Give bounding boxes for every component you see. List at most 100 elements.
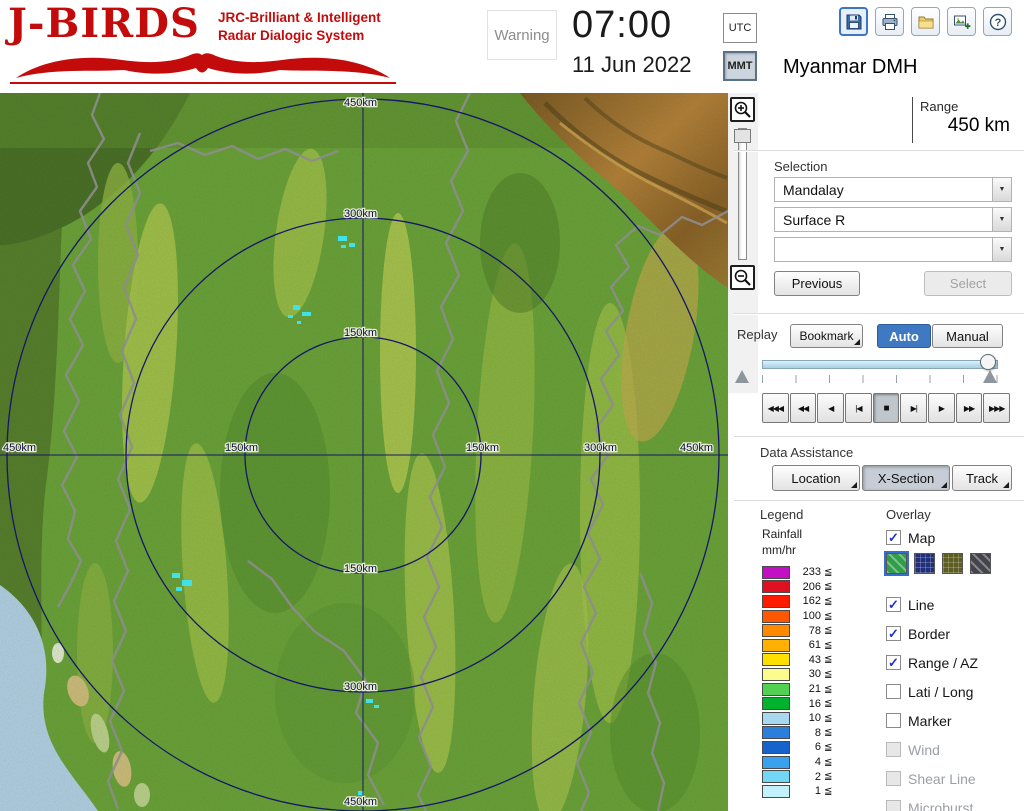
legend-color-swatch (762, 683, 790, 696)
legend-color-swatch (762, 639, 790, 652)
auto-button[interactable]: Auto (877, 324, 931, 348)
legend-row: 10≦ (762, 711, 832, 726)
toolbar: ? (839, 7, 1012, 36)
zoom-out-button[interactable] (730, 265, 755, 290)
logo-tagline-1: JRC-Brilliant & Intelligent (218, 9, 381, 27)
fast-rewind-button[interactable]: ◀◀ (790, 393, 817, 423)
overlay-label-microburst: Microburst (908, 800, 973, 811)
separator (734, 150, 1024, 152)
legend-lte-symbol: ≦ (824, 757, 832, 768)
legend-row: 162≦ (762, 594, 832, 609)
legend-color-swatch (762, 668, 790, 681)
legend-row: 100≦ (762, 609, 832, 624)
help-icon: ? (989, 13, 1007, 31)
timeline-thumb[interactable] (980, 354, 996, 370)
utc-button[interactable]: UTC (723, 13, 757, 43)
legend-color-swatch (762, 741, 790, 754)
overlay-row-map[interactable]: ✓ Map (886, 523, 935, 552)
previous-button[interactable]: Previous (774, 271, 860, 296)
select-button[interactable]: Select (924, 271, 1012, 296)
track-button[interactable]: Track (952, 465, 1012, 491)
legend-lte-symbol: ≦ (824, 654, 832, 665)
print-button[interactable] (875, 7, 904, 36)
overlay-label-marker: Marker (908, 713, 952, 729)
separator (734, 313, 1024, 315)
warning-button[interactable]: Warning (487, 10, 557, 60)
map-style-olive[interactable] (942, 553, 963, 574)
legend-value: 30 (795, 668, 821, 680)
legend-lte-symbol: ≦ (824, 596, 832, 607)
replay-timeline-track[interactable] (762, 360, 998, 369)
save-button[interactable] (839, 7, 868, 36)
dropdown-site[interactable]: Mandalay ▼ (774, 177, 1012, 202)
skip-to-start-button[interactable]: ◀◀◀ (762, 393, 789, 423)
zoom-slider-thumb[interactable] (734, 129, 751, 143)
legend-row: 2≦ (762, 769, 832, 784)
legend-section-label: Legend (760, 507, 803, 522)
legend-lte-symbol: ≦ (824, 640, 832, 651)
x-section-button[interactable]: X-Section (862, 465, 950, 491)
dropdown-site-value: Mandalay (775, 182, 992, 198)
fast-forward-button[interactable]: ▶▶ (956, 393, 983, 423)
step-forward-button[interactable]: ▶| (900, 393, 927, 423)
lati-long-checkbox[interactable] (886, 684, 901, 699)
logo-title: J-BIRDS (8, 2, 200, 46)
clock-date: 11 Jun 2022 (572, 52, 691, 78)
legend-row: 21≦ (762, 682, 832, 697)
overlay-row-line[interactable]: ✓ Line (886, 590, 1028, 619)
overlay-row-range-az[interactable]: ✓ Range / AZ (886, 648, 1028, 677)
marker-checkbox[interactable] (886, 713, 901, 728)
radar-map-canvas: 450km 300km 150km 150km 300km 450km 450k… (0, 93, 728, 811)
legend-unit-title: Rainfall (762, 527, 802, 541)
save-icon (845, 13, 863, 31)
manual-button[interactable]: Manual (932, 324, 1003, 348)
stop-button[interactable]: ■ (873, 393, 900, 423)
map-style-navy[interactable] (914, 553, 935, 574)
play-backward-button[interactable]: ◀ (817, 393, 844, 423)
location-button[interactable]: Location (772, 465, 860, 491)
map-style-gray[interactable] (970, 553, 991, 574)
timeline-start-marker[interactable] (735, 370, 749, 383)
separator (734, 500, 1024, 502)
data-assistance-section-label: Data Assistance (760, 445, 853, 460)
header: J-BIRDS JRC-Brilliant & Intelligent Rada… (0, 0, 1030, 93)
dropdown-option[interactable]: ▼ (774, 237, 1012, 262)
add-image-button[interactable] (947, 7, 976, 36)
legend-unit: mm/hr (762, 543, 796, 557)
legend-color-swatch (762, 785, 790, 798)
timeline-end-marker[interactable] (983, 370, 997, 383)
border-checkbox[interactable]: ✓ (886, 626, 901, 641)
zoom-slider[interactable] (738, 128, 747, 260)
overlay-row-border[interactable]: ✓ Border (886, 619, 1028, 648)
svg-text:300km: 300km (344, 681, 377, 693)
chevron-down-icon[interactable]: ▼ (992, 238, 1011, 261)
overlay-row-lati-long[interactable]: Lati / Long (886, 677, 1028, 706)
step-back-button[interactable]: |◀ (845, 393, 872, 423)
mmt-button[interactable]: MMT (723, 51, 757, 81)
range-az-checkbox[interactable]: ✓ (886, 655, 901, 670)
microburst-checkbox (886, 800, 901, 811)
bookmark-button[interactable]: Bookmark (790, 324, 863, 348)
legend-color-swatch (762, 566, 790, 579)
dropdown-product[interactable]: Surface R ▼ (774, 207, 1012, 232)
chevron-down-icon[interactable]: ▼ (992, 178, 1011, 201)
playback-controls: ◀◀◀ ◀◀ ◀ |◀ ■ ▶| ▶ ▶▶ ▶▶▶ (762, 393, 1010, 423)
play-button[interactable]: ▶ (928, 393, 955, 423)
radar-map[interactable]: 450km 300km 150km 150km 300km 450km 450k… (0, 93, 728, 811)
overlay-label-shear-line: Shear Line (908, 771, 976, 787)
legend-row: 1≦ (762, 784, 832, 799)
skip-to-end-button[interactable]: ▶▶▶ (983, 393, 1010, 423)
line-checkbox[interactable]: ✓ (886, 597, 901, 612)
range-value: 450 km (914, 115, 1010, 137)
zoom-in-button[interactable] (730, 97, 755, 122)
map-style-green[interactable] (886, 553, 907, 574)
legend-row: 233≦ (762, 565, 832, 580)
svg-text:150km: 150km (466, 442, 499, 454)
help-button[interactable]: ? (983, 7, 1012, 36)
chevron-down-icon[interactable]: ▼ (992, 208, 1011, 231)
open-folder-button[interactable] (911, 7, 940, 36)
map-checkbox[interactable]: ✓ (886, 530, 901, 545)
svg-text:150km: 150km (225, 442, 258, 454)
overlay-label-range-az: Range / AZ (908, 655, 978, 671)
overlay-row-marker[interactable]: Marker (886, 706, 1028, 735)
